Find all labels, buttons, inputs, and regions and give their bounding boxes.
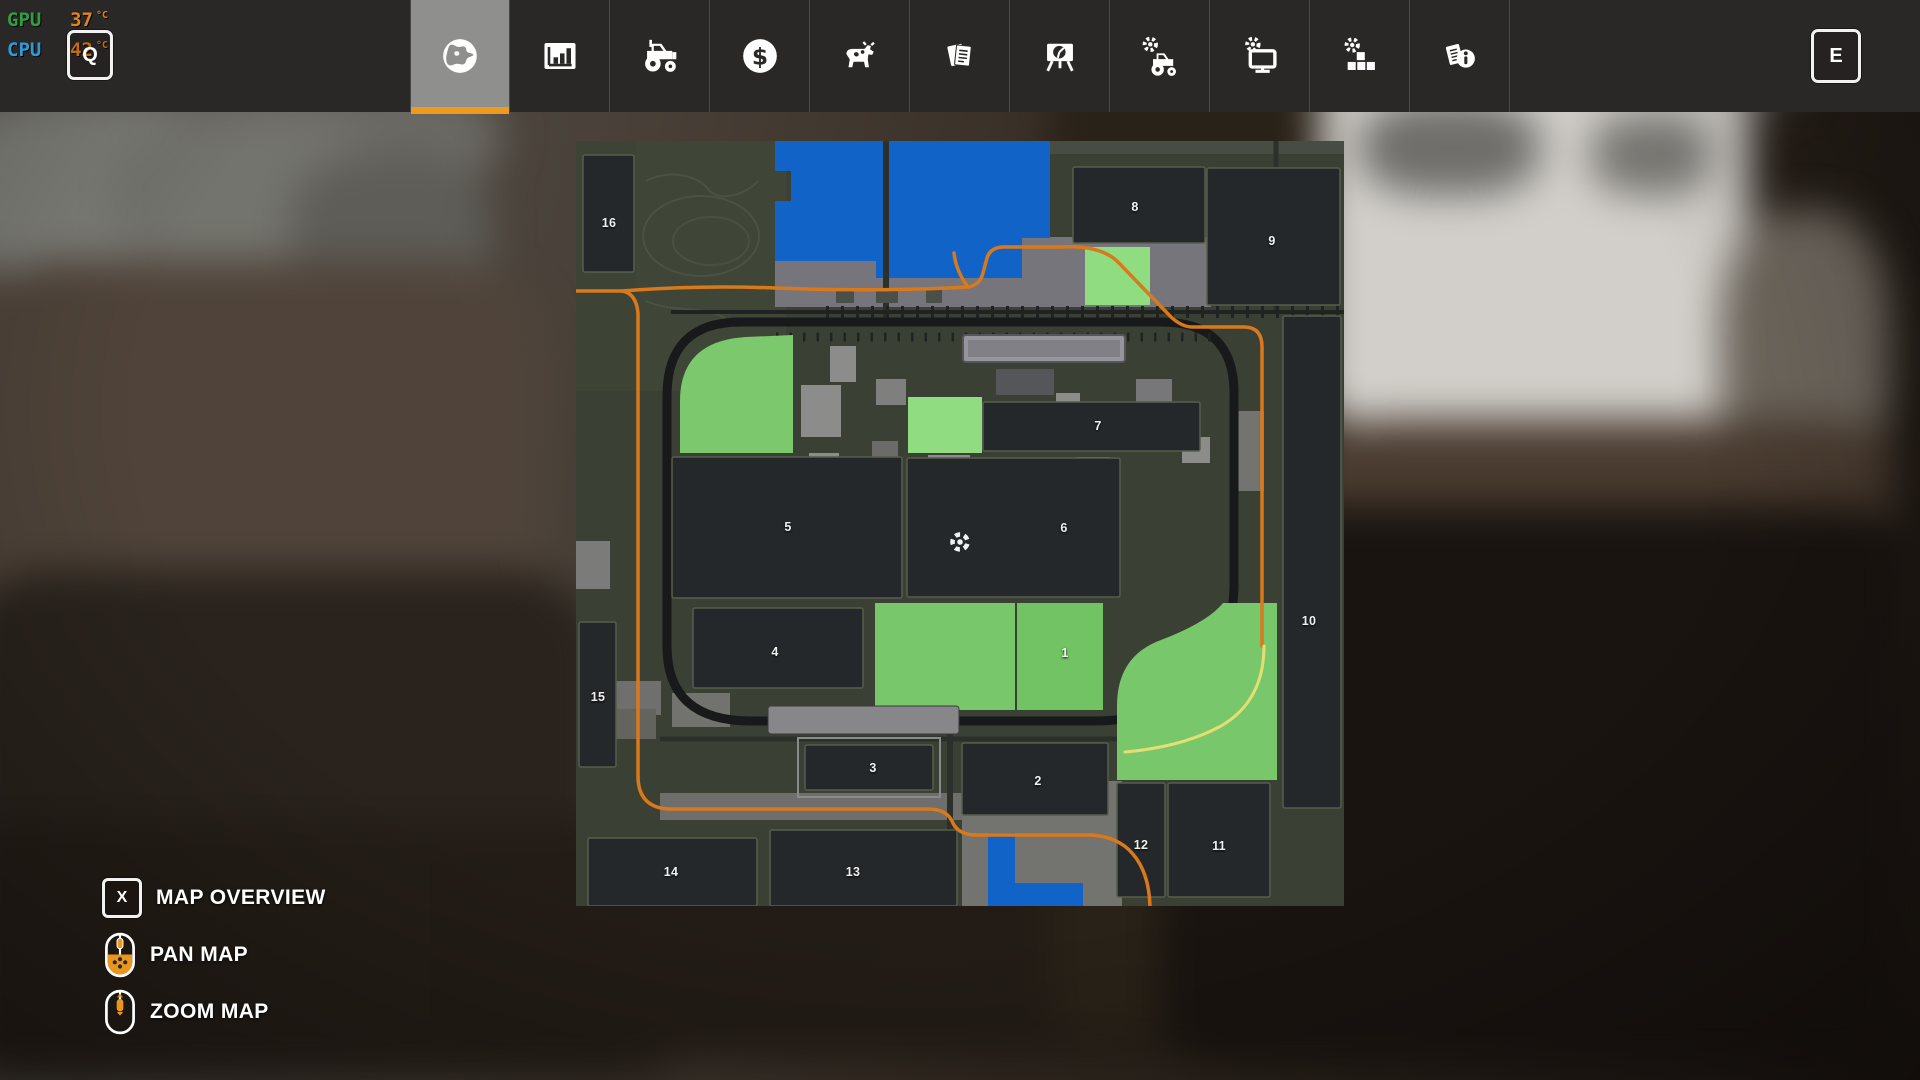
tab-animals[interactable] [810,0,910,112]
tab-finances[interactable]: $ [710,0,810,112]
game-screen: GPU37°C CPU42°C Q $ E [0,0,1920,1080]
field-label-2: 2 [1034,774,1041,788]
mouse-pan-icon [102,932,136,978]
field-label-5: 5 [784,520,791,534]
field-label-16: 16 [602,216,617,230]
field-label-9: 9 [1268,234,1275,248]
field-label-8: 8 [1131,200,1138,214]
monitor-gear-icon [1238,34,1282,78]
tab-statistics[interactable] [510,0,610,112]
menu-tabs: $ [410,0,1510,112]
field-label-4: 4 [771,645,778,659]
tab-vehicles[interactable] [610,0,710,112]
tab-garage[interactable] [1110,0,1210,112]
blocks-gear-icon [1338,34,1382,78]
cpu-label: CPU [7,37,59,63]
top-menu-bar: GPU37°C CPU42°C Q $ E [0,0,1920,112]
field-label-14: 14 [664,865,679,879]
svg-text:$: $ [751,43,767,70]
globe-icon [438,34,482,78]
field-label-12: 12 [1134,838,1149,852]
mouse-zoom-icon [102,989,136,1035]
hint-pan-map: PAN MAP [102,932,326,978]
hint-zoom-map: ZOOM MAP [102,989,326,1035]
hotkey-e-badge: E [1811,29,1861,83]
hint-label: PAN MAP [150,943,248,967]
tab-production[interactable] [1010,0,1110,112]
tab-general-settings[interactable] [1310,0,1410,112]
hint-map-overview: X MAP OVERVIEW [102,875,326,921]
field-label-1: 1 [1061,646,1068,660]
field-label-10: 10 [1302,614,1317,628]
tab-help[interactable] [1410,0,1510,112]
field-label-7: 7 [1094,419,1101,433]
hotkey-x-badge: X [102,878,142,918]
easel-chart-icon [1038,34,1082,78]
field-label-15: 15 [591,690,606,704]
bar-chart-icon [538,34,582,78]
tractor-icon [638,34,682,78]
gpu-temp-unit: °C [96,10,108,21]
map-overview-panel[interactable]: 12345678910111213141516 [576,141,1344,906]
cow-icon [838,34,882,78]
hint-label: MAP OVERVIEW [156,886,326,910]
tab-contracts[interactable] [910,0,1010,112]
field-label-3: 3 [869,761,876,775]
tractor-gear-icon [1138,34,1182,78]
tab-display-settings[interactable] [1210,0,1310,112]
field-label-6: 6 [1060,521,1067,535]
documents-icon [938,34,982,78]
control-hints: X MAP OVERVIEW PAN MAP ZOOM MAP [102,875,326,1046]
field-label-13: 13 [846,865,861,879]
hint-label: ZOOM MAP [150,1000,269,1024]
field-number-labels: 12345678910111213141516 [576,141,1344,906]
tab-map[interactable] [410,0,510,112]
gpu-label: GPU [7,7,59,33]
info-icon [1438,34,1482,78]
field-label-11: 11 [1212,839,1226,853]
hotkey-q-badge: Q [67,30,113,80]
dollar-icon: $ [738,34,782,78]
player-position-marker [947,529,973,555]
